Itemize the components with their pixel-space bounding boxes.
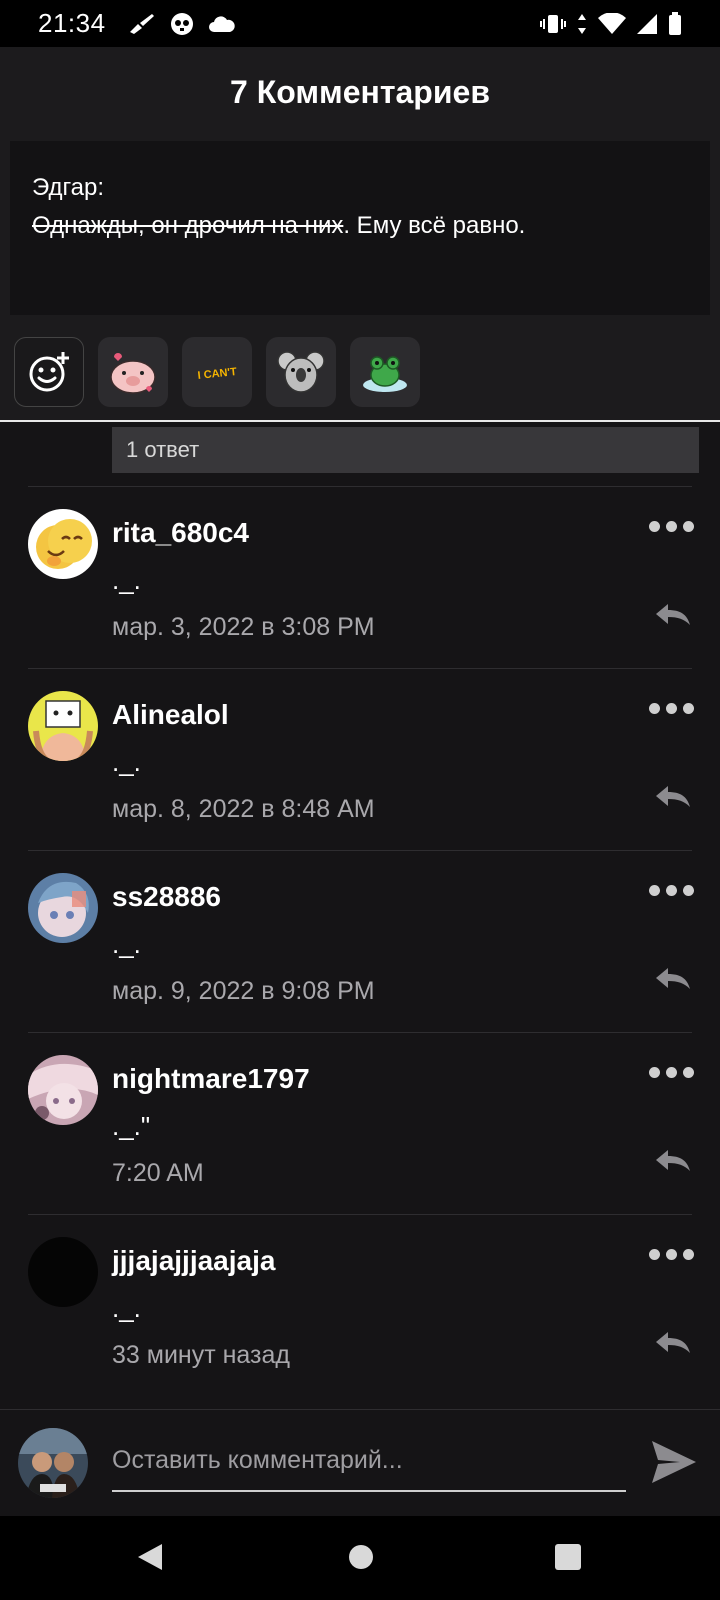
comment-timestamp: 7:20 AM: [112, 1159, 204, 1187]
pig-sticker-icon: [110, 353, 156, 394]
battery-icon: [669, 11, 681, 35]
comment-username[interactable]: nightmare1797: [112, 1063, 310, 1095]
pig-sticker-button[interactable]: [98, 337, 168, 407]
more-options-icon[interactable]: [649, 521, 694, 532]
send-icon[interactable]: [650, 1439, 698, 1485]
koala-sticker-icon: [277, 351, 325, 393]
reply-icon[interactable]: [654, 966, 692, 990]
recents-icon[interactable]: [554, 1542, 582, 1572]
more-options-icon[interactable]: [649, 1249, 694, 1260]
comment-item: ss28886 ._. мар. 9, 2022 в 9:08 PM: [0, 851, 720, 1033]
more-options-icon[interactable]: [649, 885, 694, 896]
reply-icon[interactable]: [654, 1330, 692, 1354]
quoted-struck-text: Однажды, он дрочил на них: [32, 212, 344, 239]
page-title: 7 Комментариев: [230, 74, 490, 110]
add-emoji-button[interactable]: [14, 337, 84, 407]
avatar[interactable]: [28, 1237, 98, 1307]
comments-header: 7 Комментариев: [0, 47, 720, 138]
avatar[interactable]: [28, 691, 98, 761]
cloud-icon: [208, 15, 235, 32]
reply-icon[interactable]: [654, 1148, 692, 1172]
quoted-text: Однажды, он дрочил на них. Ему всё равно…: [32, 207, 688, 245]
comment-timestamp: мар. 3, 2022 в 3:08 PM: [112, 613, 375, 641]
i-cant-sticker-text: I CAN'T: [197, 366, 238, 382]
reply-icon[interactable]: [654, 784, 692, 808]
quoted-plain-text: . Ему всё равно.: [343, 212, 526, 239]
avatar[interactable]: [28, 1055, 98, 1125]
koala-sticker-button[interactable]: [266, 337, 336, 407]
comment-username[interactable]: ss28886: [112, 881, 221, 913]
emoji-add-icon: [29, 352, 69, 392]
anime-avatar-icon: [28, 873, 98, 943]
notification-icons: [128, 12, 236, 36]
i-cant-sticker-icon: I CAN'T: [197, 366, 238, 382]
anime-avatar-icon: [28, 691, 98, 761]
broom-icon: [129, 13, 154, 34]
quoted-comment: Эдгар: Однажды, он дрочил на них. Ему вс…: [10, 141, 710, 315]
comment-timestamp: мар. 9, 2022 в 9:08 PM: [112, 977, 375, 1005]
wifi-icon: [598, 12, 626, 34]
profile-photo-icon: [18, 1428, 88, 1498]
avatar[interactable]: [28, 509, 98, 579]
reply-count-label[interactable]: 1 ответ: [112, 427, 699, 473]
data-arrows-icon: [578, 13, 586, 34]
system-icons: [540, 11, 682, 36]
skull-icon: [170, 12, 193, 35]
home-icon[interactable]: [348, 1542, 374, 1572]
comment-text: ._.: [112, 929, 141, 959]
comment-username[interactable]: jjjajajjjaajaja: [112, 1245, 275, 1277]
i-cant-sticker-button[interactable]: I CAN'T: [182, 337, 252, 407]
signal-icon: [637, 13, 657, 34]
quoted-comment-panel: Эдгар: Однажды, он дрочил на них. Ему вс…: [0, 138, 720, 324]
comment-text: ._.: [112, 565, 141, 595]
comment-timestamp: мар. 8, 2022 в 8:48 AM: [112, 795, 375, 823]
comment-item: Alinealol ._. мар. 8, 2022 в 8:48 AM: [0, 669, 720, 851]
comment-text: ._.: [112, 747, 141, 777]
system-nav-bar: [0, 1516, 720, 1600]
avatar[interactable]: [28, 873, 98, 943]
comment-input-wrap: [112, 1430, 626, 1492]
comment-username[interactable]: rita_680c4: [112, 517, 249, 549]
comment-text: ._.: [112, 1293, 141, 1323]
emoji-avatar-icon: [28, 509, 98, 579]
comment-item: rita_680c4 ._. мар. 3, 2022 в 3:08 PM: [0, 487, 720, 669]
frog-sticker-icon: [363, 356, 407, 392]
sticker-bar: I CAN'T: [0, 324, 720, 422]
anime-avatar-icon: [28, 1055, 98, 1125]
comment-username[interactable]: Alinealol: [112, 699, 229, 731]
comment-timestamp: 33 минут назад: [112, 1341, 290, 1369]
back-icon[interactable]: [136, 1542, 164, 1572]
status-time: 21:34: [38, 8, 106, 38]
status-bar: 21:34: [0, 0, 720, 47]
quoted-author: Эдгар:: [32, 174, 105, 201]
comment-input[interactable]: [112, 1430, 626, 1490]
more-options-icon[interactable]: [649, 703, 694, 714]
vibrate-icon: [540, 14, 566, 33]
comment-item: jjjajajjjaajaja ._. 33 минут назад: [0, 1215, 720, 1409]
reply-icon[interactable]: [654, 602, 692, 626]
comment-composer: [0, 1409, 720, 1516]
comment-text: ._.": [112, 1111, 151, 1141]
frog-sticker-button[interactable]: [350, 337, 420, 407]
my-avatar[interactable]: [18, 1428, 88, 1498]
more-options-icon[interactable]: [649, 1067, 694, 1078]
comment-item: nightmare1797 ._." 7:20 AM: [0, 1033, 720, 1215]
